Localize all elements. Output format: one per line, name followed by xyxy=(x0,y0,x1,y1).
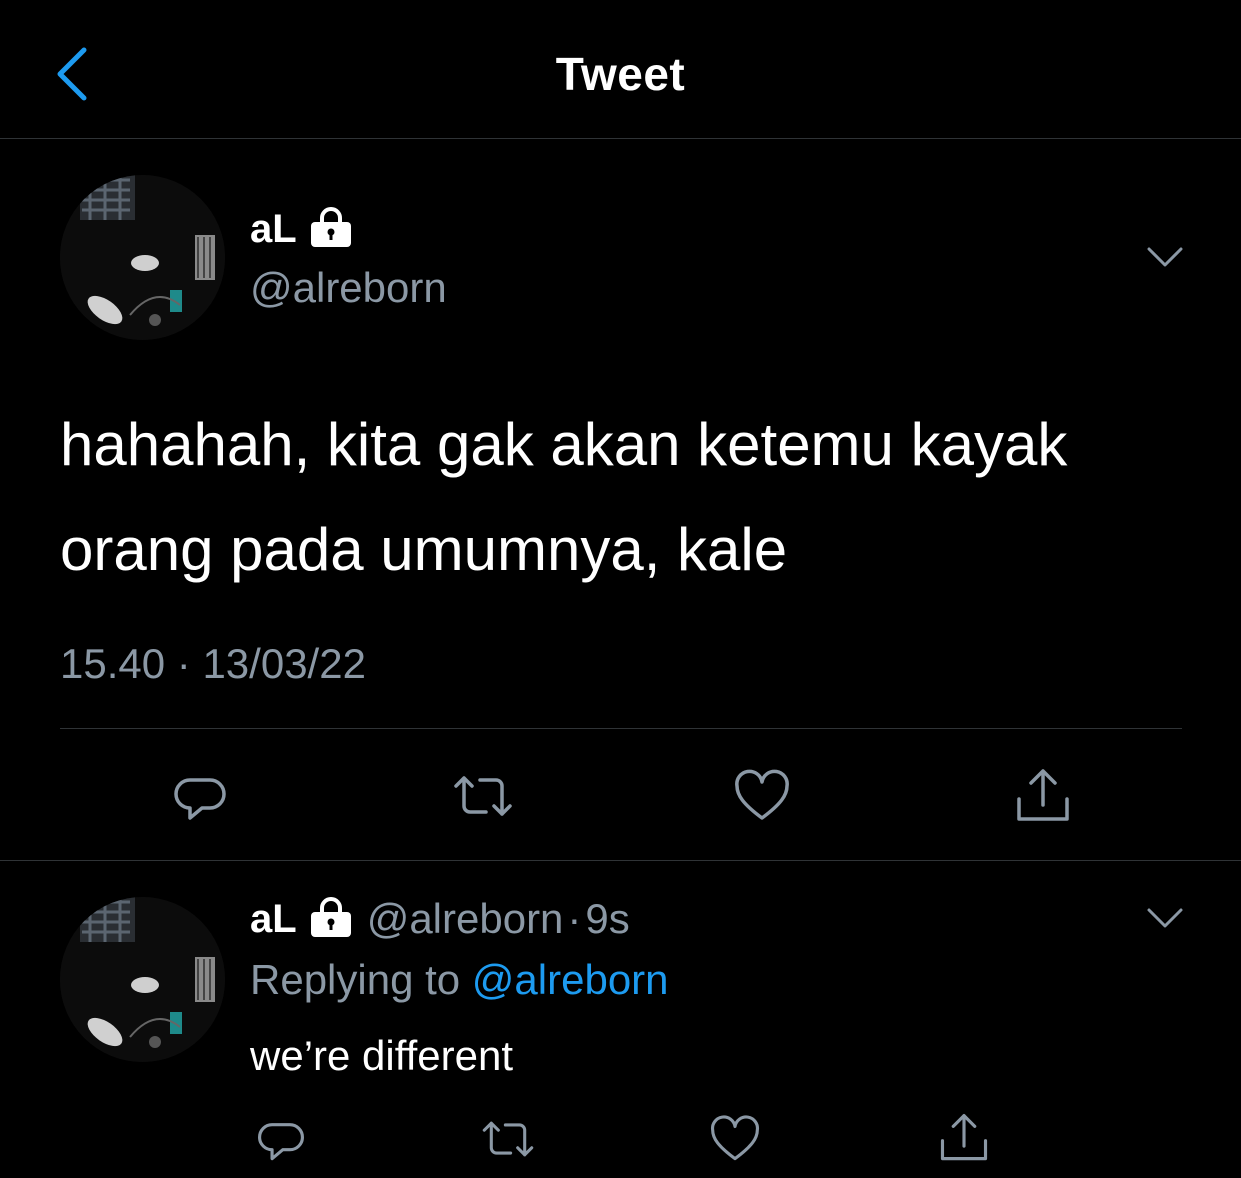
share-icon xyxy=(1017,769,1069,821)
like-icon xyxy=(711,1115,759,1161)
tweet-options-button[interactable] xyxy=(1145,243,1185,273)
author-handle[interactable]: @alreborn xyxy=(250,264,447,312)
reply-text: we’re different xyxy=(250,1032,514,1079)
avatar[interactable] xyxy=(60,897,225,1062)
retweet-button[interactable] xyxy=(478,1112,538,1166)
like-button[interactable] xyxy=(732,766,792,826)
avatar-image xyxy=(60,897,225,1062)
tweet-time: 15.40 xyxy=(60,640,166,687)
tweet-actions xyxy=(0,766,1241,826)
replying-mention-link[interactable]: @alreborn xyxy=(472,956,669,1003)
tweet-timestamp[interactable]: 15.40 · 13/03/22 xyxy=(60,640,366,688)
reply-options-button[interactable] xyxy=(1145,904,1185,934)
meta-separator: · xyxy=(567,895,582,942)
like-icon xyxy=(735,769,789,820)
page-title: Tweet xyxy=(555,48,686,100)
reply-age: 9s xyxy=(585,895,630,942)
avatar-image xyxy=(60,175,225,340)
chevron-down-icon xyxy=(1147,247,1183,267)
lock-icon xyxy=(309,896,353,942)
top-bar: Tweet xyxy=(0,0,1241,139)
retweet-button[interactable] xyxy=(450,766,516,826)
retweet-icon xyxy=(482,1121,534,1157)
tweet-text-line: orang pada umumnya, kale xyxy=(60,516,788,583)
author-name[interactable]: aL xyxy=(250,207,297,252)
replying-to: Replying to @alreborn xyxy=(250,956,669,1004)
meta-separator: · xyxy=(176,640,191,687)
reply-author-name[interactable]: aL xyxy=(250,897,297,942)
tweet-text: hahahah, kita gak akan ketemu kayak oran… xyxy=(60,392,1200,602)
divider xyxy=(0,860,1241,861)
reply-icon xyxy=(174,778,226,820)
reply-button[interactable] xyxy=(170,766,230,826)
tweet-date: 13/03/22 xyxy=(202,640,366,687)
reply-icon xyxy=(258,1123,304,1161)
chevron-down-icon xyxy=(1147,908,1183,928)
share-button[interactable] xyxy=(936,1110,992,1166)
share-icon xyxy=(940,1114,988,1161)
share-button[interactable] xyxy=(1012,766,1074,826)
reply-author-handle[interactable]: @alreborn xyxy=(367,895,564,942)
like-button[interactable] xyxy=(708,1112,762,1166)
divider xyxy=(60,728,1182,729)
avatar[interactable] xyxy=(60,175,225,340)
retweet-icon xyxy=(454,776,512,816)
reply-author-row: aL @alreborn·9s xyxy=(250,895,630,943)
author-name-row: aL xyxy=(250,207,353,252)
lock-icon xyxy=(309,207,353,252)
reply-button[interactable] xyxy=(254,1112,308,1166)
tweet-text-line: hahahah, kita gak akan ketemu kayak xyxy=(60,411,1068,478)
replying-prefix: Replying to xyxy=(250,956,461,1003)
